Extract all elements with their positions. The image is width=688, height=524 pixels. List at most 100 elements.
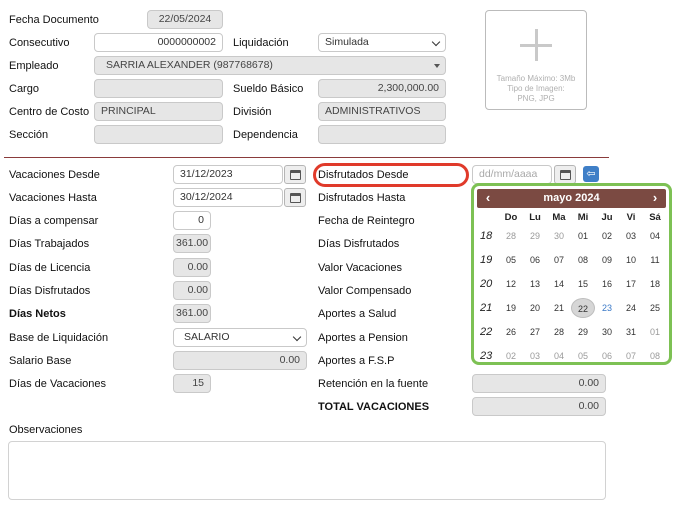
calendar-day[interactable]: 02 bbox=[499, 346, 523, 362]
week-number: 20 bbox=[480, 278, 493, 290]
dependencia-label: Dependencia bbox=[233, 129, 298, 141]
liquidacion-select[interactable]: Simulada bbox=[318, 33, 446, 52]
retencion-field: 0.00 bbox=[472, 374, 606, 393]
weekday-header: Do bbox=[504, 212, 518, 223]
centro-costo-label: Centro de Costo bbox=[9, 106, 90, 118]
aportes-salud-label: Aportes a Salud bbox=[318, 308, 397, 320]
back-arrow-icon[interactable]: ⇦ bbox=[583, 166, 599, 182]
calendar-day[interactable]: 01 bbox=[643, 322, 667, 342]
calendar-day[interactable]: 28 bbox=[547, 322, 571, 342]
disfrutados-desde-field[interactable]: dd/mm/aaaa bbox=[472, 165, 552, 184]
photo-info: Tamaño Máximo: 3Mb Tipo de Imagen: PNG, … bbox=[486, 74, 586, 104]
dias-disfrutados-label: Días Disfrutados bbox=[9, 285, 91, 297]
dias-netos-field: 361.00 bbox=[173, 304, 211, 323]
dias-vacaciones-field: 15 bbox=[173, 374, 211, 393]
highlight-ring bbox=[313, 163, 469, 187]
seccion-label: Sección bbox=[9, 129, 49, 141]
calendar-day[interactable]: 30 bbox=[547, 226, 571, 246]
calendar-day[interactable]: 05 bbox=[571, 346, 595, 362]
calendar-day[interactable]: 18 bbox=[643, 274, 667, 294]
week-number: 19 bbox=[480, 254, 493, 266]
calendar-day[interactable]: 28 bbox=[499, 226, 523, 246]
calendar-day[interactable]: 27 bbox=[523, 322, 547, 342]
base-liquidacion-value: SALARIO bbox=[184, 331, 230, 343]
week-number: 22 bbox=[480, 326, 493, 338]
calendar-day[interactable]: 07 bbox=[547, 250, 571, 270]
calendar-day[interactable]: 21 bbox=[547, 298, 571, 318]
disfrutados-hasta-label: Disfrutados Hasta bbox=[318, 192, 406, 204]
aportes-fsp-label: Aportes a F.S.P bbox=[318, 355, 395, 367]
calendar-day[interactable]: 13 bbox=[523, 274, 547, 294]
disfrutados-desde-calendar-button[interactable] bbox=[554, 165, 576, 184]
photo-max-size: Tamaño Máximo: 3Mb bbox=[496, 74, 576, 83]
caret-down-icon bbox=[434, 64, 440, 68]
weekday-header: Ma bbox=[552, 212, 566, 223]
chevron-down-icon bbox=[292, 332, 302, 342]
consecutivo-field[interactable]: 0000000002 bbox=[94, 33, 223, 52]
weekday-header: Mi bbox=[577, 212, 589, 223]
calendar-day[interactable]: 08 bbox=[571, 250, 595, 270]
calendar-icon bbox=[290, 170, 301, 180]
calendar-day[interactable]: 23 bbox=[595, 298, 619, 318]
calendar-day[interactable]: 29 bbox=[523, 226, 547, 246]
calendar-day[interactable]: 22 bbox=[571, 298, 595, 318]
calendar-day[interactable]: 06 bbox=[595, 346, 619, 362]
calendar-day[interactable]: 30 bbox=[595, 322, 619, 342]
photo-image-type: Tipo de Imagen: bbox=[507, 84, 565, 93]
vacaciones-desde-label: Vacaciones Desde bbox=[9, 169, 100, 181]
dias-licencia-field: 0.00 bbox=[173, 258, 211, 277]
calendar-day[interactable]: 24 bbox=[619, 298, 643, 318]
vacaciones-desde-field[interactable]: 31/12/2023 bbox=[173, 165, 283, 184]
calendar-day[interactable]: 08 bbox=[643, 346, 667, 362]
calendar-day[interactable]: 03 bbox=[619, 226, 643, 246]
calendar-day[interactable]: 14 bbox=[547, 274, 571, 294]
dias-compensar-field[interactable]: 0 bbox=[173, 211, 211, 230]
calendar-day[interactable]: 25 bbox=[643, 298, 667, 318]
calendar-day[interactable]: 16 bbox=[595, 274, 619, 294]
weekday-header: Lu bbox=[529, 212, 541, 223]
calendar-day[interactable]: 04 bbox=[547, 346, 571, 362]
fecha-reintegro-label: Fecha de Reintegro bbox=[318, 215, 415, 227]
calendar-icon bbox=[290, 193, 301, 203]
week-number: 18 bbox=[480, 230, 493, 242]
vacaciones-hasta-calendar-button[interactable] bbox=[284, 188, 306, 207]
calendar-day[interactable]: 07 bbox=[619, 346, 643, 362]
chevron-right-icon[interactable]: › bbox=[648, 189, 662, 207]
calendar-day[interactable]: 29 bbox=[571, 322, 595, 342]
week-number: 23 bbox=[480, 350, 493, 362]
calendar-day[interactable]: 31 bbox=[619, 322, 643, 342]
calendar-day[interactable]: 11 bbox=[643, 250, 667, 270]
salario-base-field: 0.00 bbox=[173, 351, 307, 370]
calendar-day[interactable]: 06 bbox=[523, 250, 547, 270]
calendar-day[interactable]: 12 bbox=[499, 274, 523, 294]
dias-disfrutados-field: 0.00 bbox=[173, 281, 211, 300]
calendar-day[interactable]: 02 bbox=[595, 226, 619, 246]
calendar-day[interactable]: 05 bbox=[499, 250, 523, 270]
chevron-left-icon[interactable]: ‹ bbox=[481, 189, 495, 207]
dias-netos-label: Días Netos bbox=[9, 308, 66, 320]
calendar-day[interactable]: 03 bbox=[523, 346, 547, 362]
calendar-day[interactable]: 20 bbox=[523, 298, 547, 318]
base-liquidacion-select[interactable]: SALARIO bbox=[173, 328, 307, 347]
dias-compensar-label: Días a compensar bbox=[9, 215, 99, 227]
cargo-field bbox=[94, 79, 223, 98]
calendar-day[interactable]: 04 bbox=[643, 226, 667, 246]
calendar-day[interactable]: 17 bbox=[619, 274, 643, 294]
calendar-day[interactable]: 15 bbox=[571, 274, 595, 294]
calendar-day[interactable]: 01 bbox=[571, 226, 595, 246]
calendar-day[interactable]: 09 bbox=[595, 250, 619, 270]
empleado-label: Empleado bbox=[9, 60, 59, 72]
photo-upload[interactable]: Tamaño Máximo: 3Mb Tipo de Imagen: PNG, … bbox=[485, 10, 587, 110]
empleado-select[interactable]: SARRIA ALEXANDER (987768678) bbox=[94, 56, 446, 75]
observaciones-textarea[interactable] bbox=[8, 441, 606, 500]
chevron-down-icon bbox=[431, 37, 441, 47]
calendar-day[interactable]: 19 bbox=[499, 298, 523, 318]
calendar-day[interactable]: 26 bbox=[499, 322, 523, 342]
vacaciones-desde-calendar-button[interactable] bbox=[284, 165, 306, 184]
calendar-day[interactable]: 10 bbox=[619, 250, 643, 270]
vacaciones-hasta-field[interactable]: 30/12/2024 bbox=[173, 188, 283, 207]
valor-compensado-label: Valor Compensado bbox=[318, 285, 412, 297]
right-dias-disfrutados-label: Días Disfrutados bbox=[318, 238, 400, 250]
dias-vacaciones-label: Días de Vacaciones bbox=[9, 378, 107, 390]
valor-vacaciones-label: Valor Vacaciones bbox=[318, 262, 402, 274]
